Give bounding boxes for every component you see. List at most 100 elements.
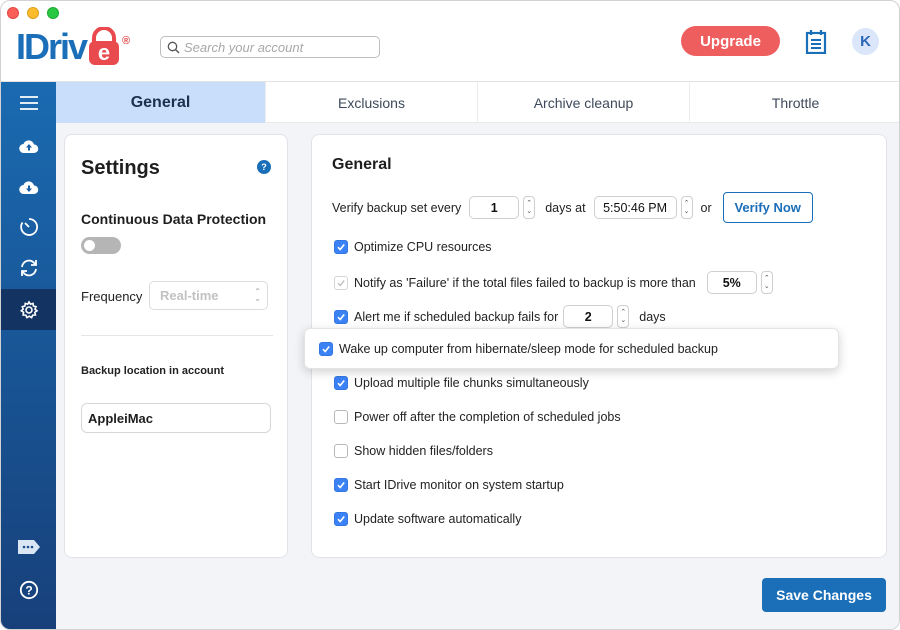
days-at-label: days at	[545, 200, 586, 215]
window-controls	[7, 7, 59, 19]
frequency-value: Real-time	[160, 288, 219, 303]
checkmark-icon	[337, 380, 345, 387]
wake-up-label: Wake up computer from hibernate/sleep mo…	[339, 341, 718, 356]
failure-percent-stepper[interactable]: ⌃ ⌄	[760, 271, 773, 294]
search-box[interactable]	[160, 36, 380, 58]
select-chevron-icon: ⌃ ⌄	[254, 287, 261, 303]
upload-chunks-label: Upload multiple file chunks simultaneous…	[354, 376, 589, 390]
chat-tag-icon	[17, 540, 40, 554]
alert-days-input[interactable]: 2	[563, 305, 614, 328]
sidebar-item-restore[interactable]	[1, 167, 56, 207]
alert-row: Alert me if scheduled backup fails for 2…	[334, 305, 666, 328]
checkmark-icon	[337, 244, 345, 251]
optimize-cpu-checkbox[interactable]	[334, 240, 348, 254]
power-off-label: Power off after the completion of schedu…	[354, 410, 621, 424]
svg-text:?: ?	[25, 584, 32, 598]
logo-text: IDriv	[16, 26, 88, 67]
verify-row: Verify backup set every 1 ⌃ ⌄ days at 5:5…	[332, 192, 813, 223]
upload-chunks-checkbox[interactable]	[334, 376, 348, 390]
power-off-checkbox[interactable]	[334, 410, 348, 424]
or-label: or	[700, 200, 712, 215]
checkmark-icon	[337, 279, 345, 287]
update-software-row[interactable]: Update software automatically	[334, 512, 521, 526]
tab-throttle[interactable]: Throttle	[690, 82, 899, 123]
sidebar-item-feedback[interactable]	[1, 527, 56, 567]
save-changes-button[interactable]: Save Changes	[762, 578, 886, 612]
start-monitor-label: Start IDrive monitor on system startup	[354, 478, 564, 492]
update-software-label: Update software automatically	[354, 512, 522, 526]
help-icon: ?	[19, 580, 38, 600]
backup-location-label: Backup location in account	[81, 365, 225, 377]
frequency-label: Frequency	[81, 289, 143, 304]
optimize-cpu-row[interactable]: Optimize CPU resources	[334, 240, 492, 254]
checkmark-icon	[337, 482, 345, 489]
sidebar-item-help[interactable]: ?	[1, 570, 56, 610]
app-window: IDriv e ® Upgrade	[0, 0, 900, 630]
cloud-upload-icon	[18, 140, 38, 153]
notify-failure-checkbox[interactable]	[334, 275, 348, 290]
show-hidden-checkbox[interactable]	[334, 444, 348, 458]
upload-chunks-row[interactable]: Upload multiple file chunks simultaneous…	[334, 376, 589, 390]
wake-up-checkbox[interactable]	[319, 341, 333, 356]
backup-location-input[interactable]	[81, 403, 271, 433]
hamburger-icon	[19, 96, 38, 110]
settings-title: Settings	[81, 157, 160, 179]
minimize-window-button[interactable]	[27, 7, 39, 19]
tab-bar: General Exclusions Archive cleanup Throt…	[56, 82, 899, 123]
sidebar-item-sync[interactable]	[1, 248, 56, 288]
alert-days-stepper[interactable]: ⌃ ⌄	[617, 305, 630, 328]
notify-failure-row: Notify as 'Failure' if the total files f…	[334, 271, 773, 294]
search-input[interactable]	[184, 39, 374, 55]
power-off-row[interactable]: Power off after the completion of schedu…	[334, 410, 621, 424]
clipboard-icon[interactable]	[805, 29, 827, 55]
notify-failure-label: Notify as 'Failure' if the total files f…	[354, 275, 696, 290]
failure-percent-input[interactable]: 5%	[706, 271, 757, 294]
wake-up-row-highlighted[interactable]: Wake up computer from hibernate/sleep mo…	[304, 328, 839, 369]
tab-archive-cleanup[interactable]: Archive cleanup	[478, 82, 690, 123]
gear-icon	[19, 300, 38, 319]
clock-icon	[19, 218, 38, 236]
divider	[81, 335, 273, 336]
user-avatar[interactable]: K	[852, 28, 879, 55]
update-software-checkbox[interactable]	[334, 512, 348, 526]
checkmark-icon	[337, 313, 345, 321]
verify-prefix-label: Verify backup set every	[332, 200, 462, 215]
close-window-button[interactable]	[7, 7, 19, 19]
cdp-label: Continuous Data Protection	[81, 211, 267, 227]
verify-days-stepper[interactable]: ⌃ ⌄	[523, 196, 536, 219]
checkmark-icon	[322, 345, 330, 353]
general-title: General	[332, 156, 392, 173]
sidebar-item-settings[interactable]	[1, 289, 56, 330]
verify-now-button[interactable]: Verify Now	[722, 192, 813, 223]
alert-days-suffix: days	[639, 309, 666, 324]
help-badge-icon[interactable]: ?	[257, 160, 271, 174]
search-icon	[167, 41, 180, 53]
start-monitor-checkbox[interactable]	[334, 478, 348, 492]
sidebar-item-menu[interactable]	[1, 83, 56, 123]
tab-exclusions[interactable]: Exclusions	[266, 82, 478, 123]
sync-icon	[20, 259, 37, 277]
optimize-cpu-label: Optimize CPU resources	[354, 240, 492, 254]
show-hidden-row[interactable]: Show hidden files/folders	[334, 444, 493, 458]
sidebar: ?	[1, 82, 56, 629]
start-monitor-row[interactable]: Start IDrive monitor on system startup	[334, 478, 564, 492]
verify-time-input[interactable]: 5:50:46 PM	[593, 196, 677, 219]
sidebar-item-backup[interactable]	[1, 126, 56, 166]
cdp-toggle[interactable]	[81, 237, 121, 254]
checkmark-icon	[337, 516, 345, 523]
header: IDriv e ® Upgrade	[1, 1, 899, 82]
alert-label: Alert me if scheduled backup fails for	[354, 309, 559, 324]
maximize-window-button[interactable]	[47, 7, 59, 19]
cloud-download-icon	[18, 181, 38, 194]
frequency-select[interactable]: Real-time ⌃ ⌄	[149, 281, 268, 310]
alert-checkbox[interactable]	[334, 309, 348, 324]
sidebar-item-scheduler[interactable]	[1, 207, 56, 247]
registered-mark: ®	[122, 35, 131, 47]
settings-panel: Settings ? Continuous Data Protection Fr…	[64, 134, 288, 558]
tab-general[interactable]: General	[56, 82, 266, 123]
upgrade-button[interactable]: Upgrade	[681, 26, 780, 56]
svg-text:e: e	[98, 40, 110, 65]
verify-time-stepper[interactable]: ⌃ ⌄	[680, 196, 693, 219]
verify-days-input[interactable]: 1	[469, 196, 520, 219]
logo-lock-e-icon: e	[87, 26, 121, 67]
